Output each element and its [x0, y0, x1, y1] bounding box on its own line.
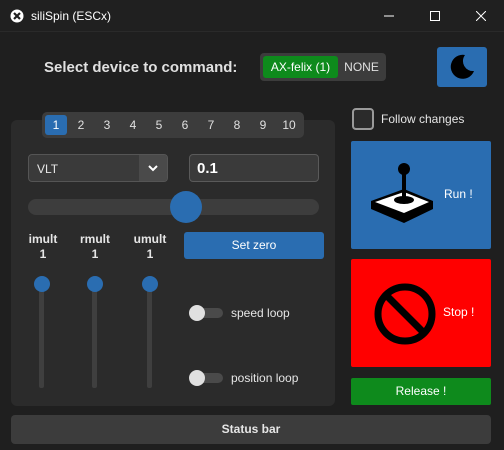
speed-loop-label: speed loop: [231, 306, 290, 320]
device-option-none[interactable]: NONE: [340, 56, 383, 78]
status-bar: Status bar: [11, 415, 491, 444]
close-button[interactable]: [458, 0, 504, 32]
rmult-label: rmult 1: [75, 232, 115, 262]
rmult-value: 1: [91, 247, 99, 261]
minimize-button[interactable]: [366, 0, 412, 32]
theme-toggle-button[interactable]: [437, 47, 487, 87]
set-zero-button[interactable]: Set zero: [184, 232, 324, 259]
tab-4[interactable]: 4: [122, 115, 144, 135]
position-loop-switch-knob: [189, 370, 205, 386]
tab-1[interactable]: 1: [45, 115, 67, 135]
imult-slider-track[interactable]: [39, 284, 44, 388]
follow-changes-checkbox[interactable]: [352, 108, 374, 130]
imult-name: imult: [28, 232, 58, 246]
tab-7[interactable]: 7: [200, 115, 222, 135]
rmult-name: rmult: [80, 232, 110, 246]
speed-loop-switch[interactable]: [189, 305, 223, 321]
rmult-slider-track[interactable]: [92, 284, 97, 388]
position-loop-switch[interactable]: [189, 370, 223, 386]
chevron-down-icon: [148, 165, 158, 172]
minimize-icon: [384, 15, 394, 17]
tab-6[interactable]: 6: [174, 115, 196, 135]
tab-8[interactable]: 8: [226, 115, 248, 135]
mode-select-arrow[interactable]: [139, 155, 167, 181]
value-slider-thumb[interactable]: [170, 191, 202, 223]
run-button[interactable]: Run !: [351, 141, 491, 249]
tab-10[interactable]: 10: [276, 115, 302, 135]
umult-label: umult 1: [130, 232, 170, 262]
title-bar: siliSpin (ESCx): [0, 0, 504, 32]
joystick-icon: [371, 163, 433, 223]
device-select-label: Select device to command:: [44, 59, 238, 76]
device-selector: AX-felix (1) NONE: [260, 53, 386, 81]
stop-button[interactable]: Stop !: [351, 259, 491, 367]
tab-9[interactable]: 9: [252, 115, 274, 135]
umult-value: 1: [146, 247, 154, 261]
mode-select[interactable]: VLT: [28, 154, 168, 182]
umult-slider-thumb[interactable]: [142, 276, 158, 292]
window-title: siliSpin (ESCx): [31, 9, 112, 23]
umult-slider-track[interactable]: [147, 284, 152, 388]
tab-2[interactable]: 2: [70, 115, 92, 135]
tab-5[interactable]: 5: [148, 115, 170, 135]
channel-tabs: 1 2 3 4 5 6 7 8 9 10: [42, 112, 304, 138]
value-input[interactable]: [189, 154, 319, 182]
imult-slider-thumb[interactable]: [34, 276, 50, 292]
mode-select-value: VLT: [37, 162, 59, 176]
imult-value: 1: [39, 247, 47, 261]
maximize-button[interactable]: [412, 0, 458, 32]
position-loop-label: position loop: [231, 371, 299, 385]
device-option-ax-felix[interactable]: AX-felix (1): [263, 56, 338, 78]
run-label: Run !: [444, 187, 473, 201]
umult-name: umult: [133, 232, 167, 246]
prohibited-icon: [374, 283, 436, 345]
app-logo-icon: [10, 9, 24, 23]
rmult-slider-thumb[interactable]: [87, 276, 103, 292]
imult-label: imult 1: [23, 232, 63, 262]
maximize-icon: [430, 11, 440, 21]
moon-icon: [450, 54, 474, 79]
tab-3[interactable]: 3: [96, 115, 118, 135]
stop-label: Stop !: [443, 305, 475, 319]
follow-changes-label: Follow changes: [381, 112, 465, 126]
release-button[interactable]: Release !: [351, 378, 491, 405]
close-icon: [476, 11, 486, 21]
speed-loop-switch-knob: [189, 305, 205, 321]
